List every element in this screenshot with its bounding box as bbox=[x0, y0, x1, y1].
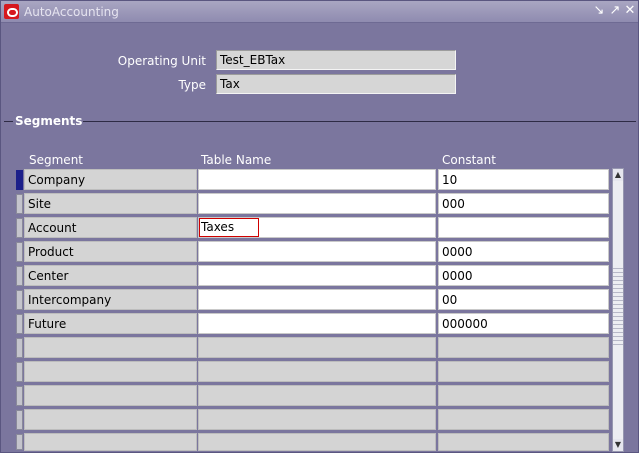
type-field[interactable]: Tax bbox=[216, 74, 456, 94]
row-selector[interactable] bbox=[16, 434, 23, 450]
empty-segment-cell bbox=[24, 337, 197, 358]
empty-constant-cell[interactable] bbox=[438, 409, 609, 430]
empty-constant-cell[interactable] bbox=[438, 361, 609, 382]
table-name-cell[interactable] bbox=[198, 193, 436, 214]
row-selector[interactable] bbox=[16, 410, 23, 430]
row-selector[interactable] bbox=[16, 218, 23, 238]
empty-table-name-cell[interactable] bbox=[198, 337, 436, 358]
segment-cell: Site bbox=[24, 193, 197, 214]
constant-cell[interactable]: 10 bbox=[438, 169, 609, 190]
empty-segment-cell bbox=[24, 433, 197, 451]
constant-cell[interactable]: 0000 bbox=[438, 265, 609, 286]
minimize-icon[interactable]: ↘ bbox=[592, 4, 606, 18]
row-selector[interactable] bbox=[16, 386, 23, 406]
segment-cell: Intercompany bbox=[24, 289, 197, 310]
segment-cell: Account bbox=[24, 217, 197, 238]
row-selector[interactable] bbox=[16, 266, 23, 286]
close-icon[interactable]: ✕ bbox=[623, 4, 637, 18]
operating-unit-field[interactable]: Test_EBTax bbox=[216, 50, 456, 70]
constant-cell[interactable]: 000000 bbox=[438, 313, 609, 334]
row-selector[interactable] bbox=[16, 338, 23, 358]
row-selector[interactable] bbox=[16, 290, 23, 310]
table-name-cell[interactable]: Taxes bbox=[198, 217, 436, 238]
segments-section-title: Segments bbox=[15, 114, 83, 128]
scrollbar-thumb[interactable] bbox=[613, 265, 623, 345]
autoaccounting-window: AutoAccounting ↘ ↗ ✕ Operating Unit Test… bbox=[0, 0, 639, 453]
row-selector[interactable] bbox=[16, 314, 23, 334]
empty-constant-cell[interactable] bbox=[438, 385, 609, 406]
empty-table-name-cell[interactable] bbox=[198, 361, 436, 382]
column-header-segment: Segment bbox=[29, 153, 83, 167]
empty-constant-cell[interactable] bbox=[438, 433, 609, 451]
constant-cell[interactable]: 0000 bbox=[438, 241, 609, 262]
empty-segment-cell bbox=[24, 409, 197, 430]
section-divider-left bbox=[4, 121, 13, 122]
column-header-constant: Constant bbox=[442, 153, 496, 167]
constant-cell[interactable] bbox=[438, 217, 609, 238]
table-name-input-focused[interactable]: Taxes bbox=[199, 218, 259, 237]
segment-cell: Future bbox=[24, 313, 197, 334]
constant-cell[interactable]: 000 bbox=[438, 193, 609, 214]
row-selector[interactable] bbox=[16, 242, 23, 262]
row-selector[interactable] bbox=[16, 194, 23, 214]
table-name-cell[interactable] bbox=[198, 265, 436, 286]
segment-cell: Center bbox=[24, 265, 197, 286]
row-selector[interactable] bbox=[16, 362, 23, 382]
empty-table-name-cell[interactable] bbox=[198, 433, 436, 451]
segment-cell: Company bbox=[24, 169, 197, 190]
empty-table-name-cell[interactable] bbox=[198, 409, 436, 430]
scroll-down-icon[interactable]: ▼ bbox=[613, 439, 623, 451]
row-selector[interactable] bbox=[16, 170, 23, 190]
scroll-up-icon[interactable]: ▲ bbox=[613, 169, 623, 181]
empty-segment-cell bbox=[24, 361, 197, 382]
column-header-table-name: Table Name bbox=[201, 153, 272, 167]
segment-cell: Product bbox=[24, 241, 197, 262]
empty-table-name-cell[interactable] bbox=[198, 385, 436, 406]
type-label: Type bbox=[178, 78, 206, 92]
maximize-icon[interactable]: ↗ bbox=[608, 4, 622, 18]
table-name-cell[interactable] bbox=[198, 169, 436, 190]
constant-cell[interactable]: 00 bbox=[438, 289, 609, 310]
vertical-scrollbar[interactable]: ▲ ▼ bbox=[612, 168, 624, 452]
section-divider bbox=[83, 121, 636, 122]
window-title: AutoAccounting bbox=[24, 5, 119, 19]
oracle-app-icon bbox=[4, 4, 19, 19]
empty-constant-cell[interactable] bbox=[438, 337, 609, 358]
operating-unit-label: Operating Unit bbox=[117, 54, 206, 68]
title-bar[interactable]: AutoAccounting ↘ ↗ ✕ bbox=[1, 1, 638, 23]
table-name-cell[interactable] bbox=[198, 289, 436, 310]
empty-segment-cell bbox=[24, 385, 197, 406]
table-name-cell[interactable] bbox=[198, 313, 436, 334]
table-name-cell[interactable] bbox=[198, 241, 436, 262]
